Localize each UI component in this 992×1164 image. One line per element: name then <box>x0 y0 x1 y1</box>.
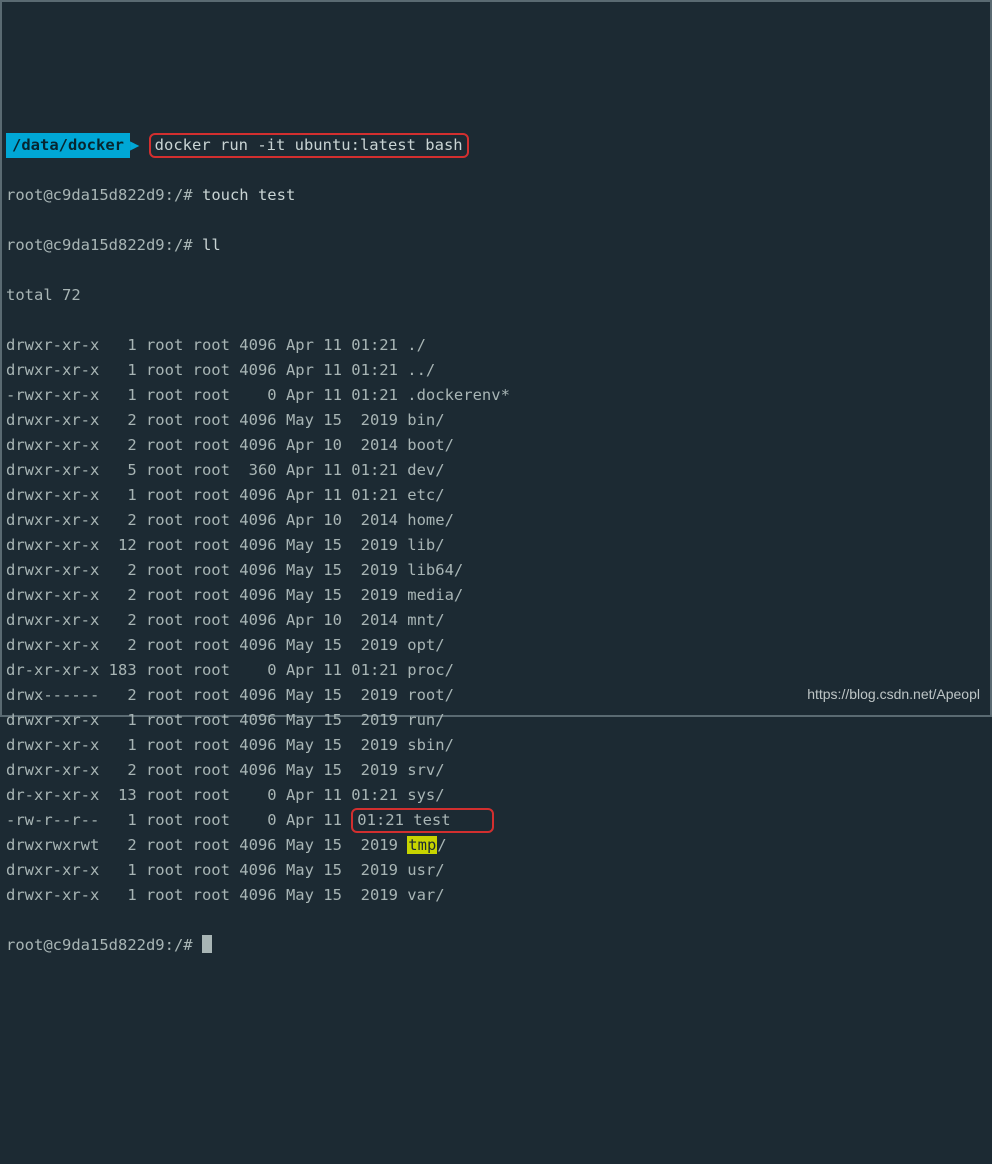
line-touch: root@c9da15d822d9:/# touch test <box>6 183 986 208</box>
line-ll: root@c9da15d822d9:/# ll <box>6 233 986 258</box>
table-row: drwxr-xr-x 1 root root 4096 Apr 11 01:21… <box>6 483 986 508</box>
path-badge: /data/docker <box>6 133 130 158</box>
table-row: drwxr-xr-x 2 root root 4096 Apr 10 2014 … <box>6 433 986 458</box>
table-row: -rwxr-xr-x 1 root root 0 Apr 11 01:21 .d… <box>6 383 986 408</box>
table-row: drwxr-xr-x 1 root root 4096 May 15 2019 … <box>6 883 986 908</box>
table-row: drwxr-xr-x 2 root root 4096 May 15 2019 … <box>6 583 986 608</box>
table-row: drwxr-xr-x 12 root root 4096 May 15 2019… <box>6 533 986 558</box>
table-row: drwxr-xr-x 1 root root 4096 May 15 2019 … <box>6 708 986 733</box>
table-row: drwxr-xr-x 2 root root 4096 Apr 10 2014 … <box>6 608 986 633</box>
table-row: drwxrwxrwt 2 root root 4096 May 15 2019 … <box>6 833 986 858</box>
arrow-icon: ▶ <box>130 133 139 158</box>
table-row: drwxr-xr-x 2 root root 4096 May 15 2019 … <box>6 558 986 583</box>
line-prompt-active[interactable]: root@c9da15d822d9:/# <box>6 933 986 958</box>
table-row: drwxr-xr-x 5 root root 360 Apr 11 01:21 … <box>6 458 986 483</box>
cursor-icon <box>202 935 212 953</box>
table-row: dr-xr-xr-x 13 root root 0 Apr 11 01:21 s… <box>6 783 986 808</box>
terminal[interactable]: /data/docker▶ docker run -it ubuntu:late… <box>2 102 990 989</box>
highlight-tmp-dir: tmp <box>407 836 437 854</box>
table-row: drwxr-xr-x 1 root root 4096 Apr 11 01:21… <box>6 333 986 358</box>
table-row: dr-xr-xr-x 183 root root 0 Apr 11 01:21 … <box>6 658 986 683</box>
table-row: drwxr-xr-x 1 root root 4096 Apr 11 01:21… <box>6 358 986 383</box>
table-row: drwxr-xr-x 1 root root 4096 May 15 2019 … <box>6 733 986 758</box>
table-row: drwxr-xr-x 2 root root 4096 May 15 2019 … <box>6 408 986 433</box>
table-row: drwxr-xr-x 2 root root 4096 Apr 10 2014 … <box>6 508 986 533</box>
highlight-docker-cmd: docker run -it ubuntu:latest bash <box>149 133 469 158</box>
table-row: drwxr-xr-x 2 root root 4096 May 15 2019 … <box>6 633 986 658</box>
listing: drwxr-xr-x 1 root root 4096 Apr 11 01:21… <box>6 333 986 908</box>
highlight-test-file: 01:21 test <box>351 808 494 833</box>
watermark: https://blog.csdn.net/Apeopl <box>807 682 980 707</box>
table-row: drwxr-xr-x 1 root root 4096 May 15 2019 … <box>6 858 986 883</box>
table-row: drwxr-xr-x 2 root root 4096 May 15 2019 … <box>6 758 986 783</box>
table-row: -rw-r--r-- 1 root root 0 Apr 11 01:21 te… <box>6 808 986 833</box>
line-prompt-host: /data/docker▶ docker run -it ubuntu:late… <box>6 133 986 158</box>
line-total: total 72 <box>6 283 986 308</box>
